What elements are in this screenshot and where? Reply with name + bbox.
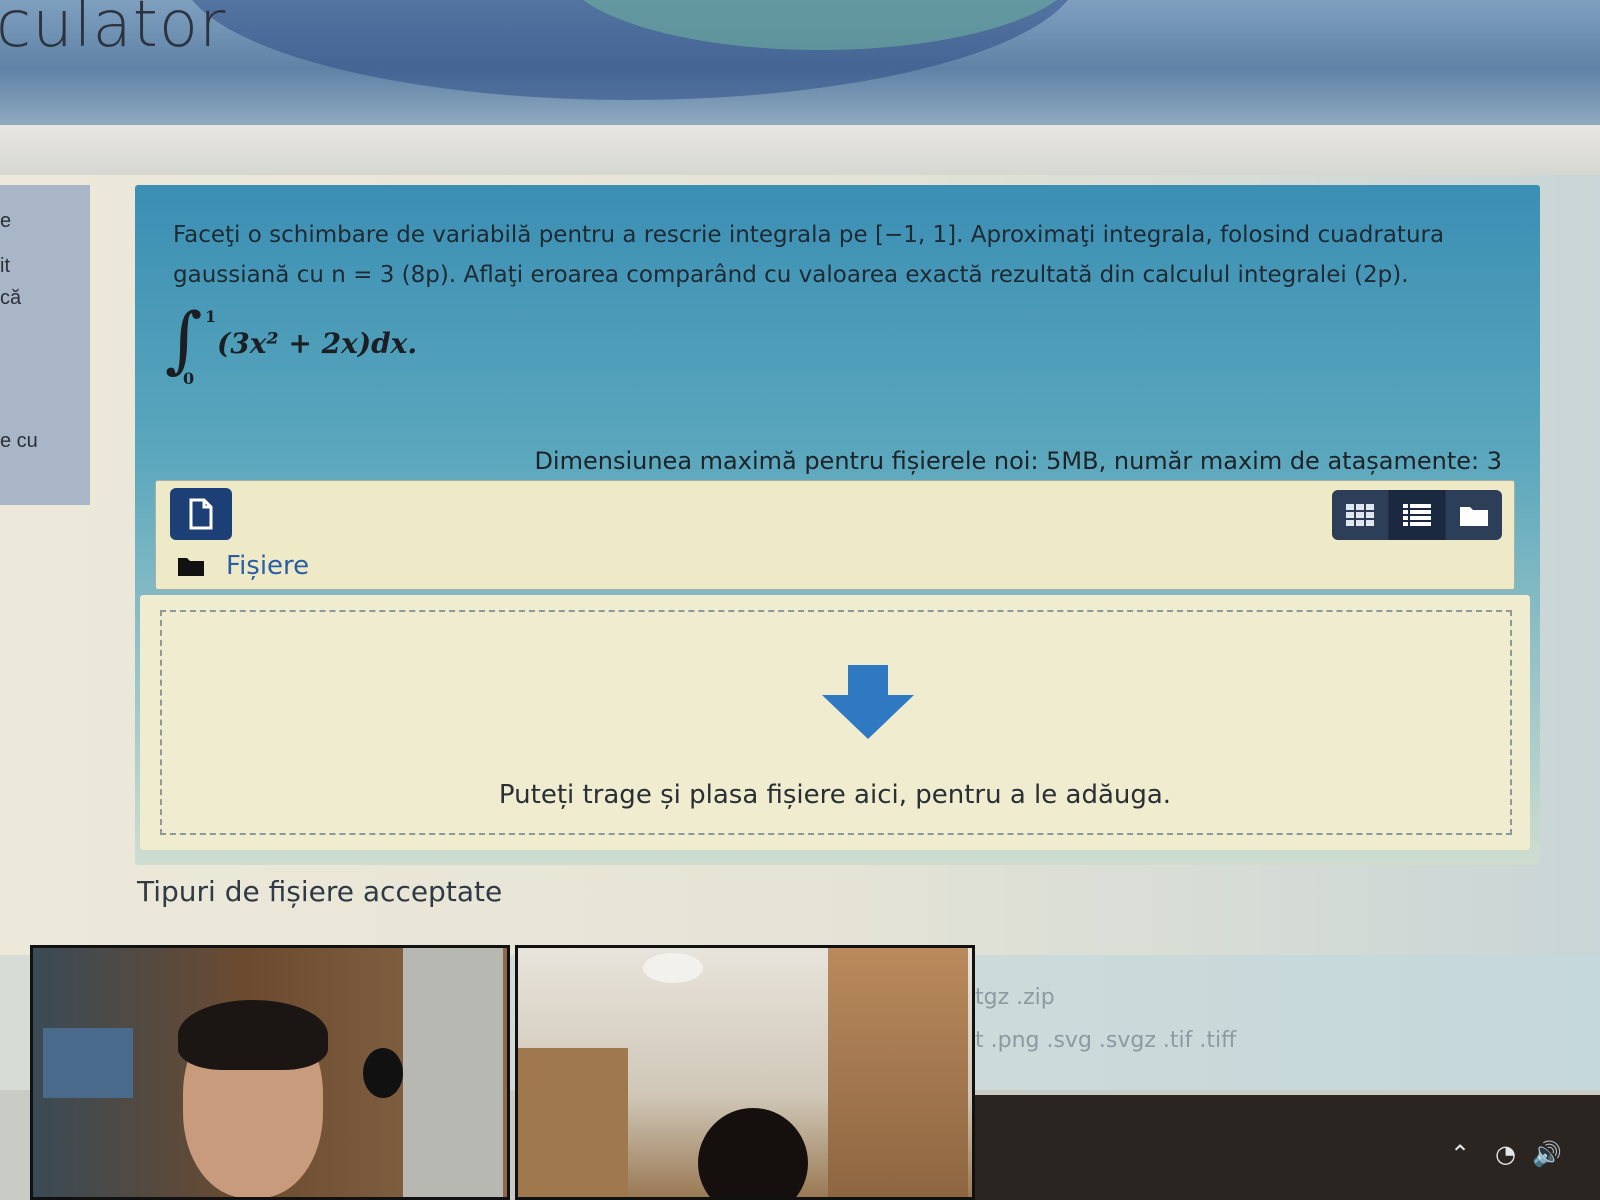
question-text-line: Faceţi o schimbare de variabilă pentru a… (173, 222, 1445, 248)
left-nav-fragment[interactable]: că (0, 287, 21, 310)
add-file-button[interactable] (170, 488, 232, 540)
integral-expression: (3x² + 2x)dx. (217, 327, 418, 360)
participant-hair (178, 1000, 328, 1070)
arrow-down-icon (822, 665, 914, 739)
view-tree-button[interactable] (1446, 490, 1502, 540)
nav-strip (0, 125, 1600, 175)
background-lamp (363, 1048, 403, 1098)
background-door (403, 948, 503, 1197)
page-title: culator (0, 0, 227, 62)
drop-zone-hint: Puteți trage și plasa fișiere aici, pent… (498, 780, 1172, 810)
folder-icon (1460, 507, 1488, 526)
left-nav-fragment[interactable]: e (0, 210, 11, 233)
breadcrumb-folder-link[interactable]: Fișiere (226, 551, 309, 581)
question-text: Faceţi o schimbare de variabilă pentru a… (173, 215, 1503, 295)
question-box: Faceţi o schimbare de variabilă pentru a… (135, 185, 1540, 865)
left-navigation-panel: e it că e cu (0, 185, 90, 505)
folder-icon (178, 558, 204, 576)
ceiling-light (643, 953, 703, 983)
integral-upper-bound: 1 (205, 307, 217, 326)
file-manager-header: Fișiere (155, 480, 1515, 590)
breadcrumb: Fișiere (178, 551, 309, 581)
view-list-button[interactable] (1389, 490, 1446, 540)
question-text-line: gaussiană cu n = 3 (8p). Aflaţi eroarea … (173, 262, 1409, 288)
view-icons-button[interactable] (1332, 490, 1389, 540)
site-banner: culator (0, 0, 1600, 125)
grid-icon (1346, 504, 1374, 526)
accepted-extensions: t .png .svg .svgz .tif .tiff (975, 1028, 1237, 1053)
video-tile-participant-2[interactable] (515, 945, 975, 1200)
video-tile-participant-1[interactable] (30, 945, 510, 1200)
left-nav-fragment[interactable]: e cu (0, 430, 38, 453)
file-icon (189, 498, 213, 530)
page-content: e it că e cu Faceţi o schimbare de varia… (0, 175, 1600, 955)
accepted-extensions: tgz .zip (975, 985, 1055, 1010)
max-size-info: Dimensiunea maximă pentru fișierele noi:… (534, 447, 1502, 475)
background-window (43, 1028, 133, 1098)
chevron-up-icon[interactable]: ⌃ (1450, 1140, 1470, 1168)
integral-lower-bound: 0 (183, 369, 195, 388)
accepted-file-types-label: Tipuri de fișiere acceptate (137, 875, 503, 908)
volume-icon[interactable]: 🔊 (1532, 1140, 1562, 1168)
file-drop-zone[interactable]: Puteți trage și plasa fișiere aici, pent… (140, 595, 1530, 850)
cabinet (518, 1048, 628, 1197)
view-mode-buttons (1332, 490, 1502, 540)
participant-head (698, 1108, 808, 1197)
wall-shelves (828, 948, 968, 1197)
wifi-icon[interactable]: ◔ (1495, 1140, 1516, 1168)
left-nav-fragment[interactable]: it (0, 255, 10, 278)
list-icon (1403, 504, 1431, 526)
